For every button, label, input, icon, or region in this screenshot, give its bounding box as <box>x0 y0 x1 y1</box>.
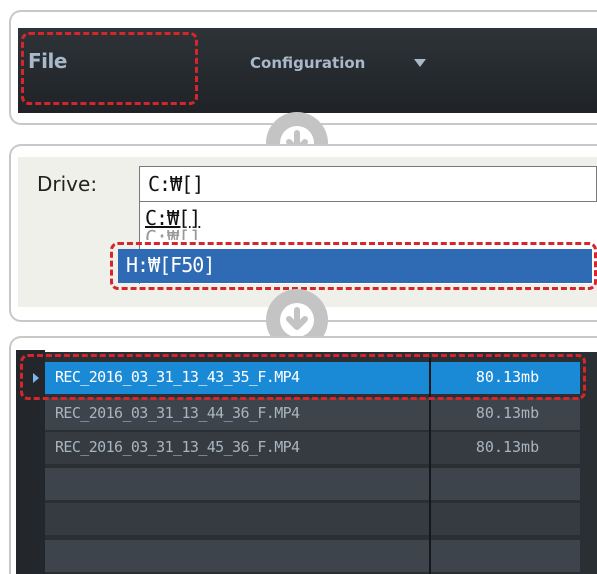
file-size: 80.13mb <box>475 438 540 456</box>
highlight-file-menu <box>21 32 198 105</box>
configuration-menu[interactable]: Configuration <box>250 54 365 72</box>
file-size: 80.13mb <box>475 404 540 422</box>
drive-select[interactable]: C:₩[] <box>139 166 597 202</box>
file-name: REC_2016_03_31_13_44_36_F.MP4 <box>55 404 300 422</box>
drive-label: Drive: <box>37 172 98 196</box>
table-row[interactable]: REC_2016_03_31_13_44_36_F.MP4 80.13mb <box>45 398 580 430</box>
empty-row <box>45 540 580 572</box>
file-name: REC_2016_03_31_13_45_36_F.MP4 <box>55 438 300 456</box>
drive-option-ghost: C:₩[] <box>145 226 201 240</box>
highlight-file-row <box>20 354 586 400</box>
caret-down-icon[interactable] <box>414 59 426 67</box>
table-row[interactable]: REC_2016_03_31_13_45_36_F.MP4 80.13mb <box>45 432 580 464</box>
empty-row <box>45 468 580 500</box>
highlight-drive-option <box>110 242 597 290</box>
empty-row <box>45 503 580 535</box>
arrow-down-icon <box>286 307 308 330</box>
